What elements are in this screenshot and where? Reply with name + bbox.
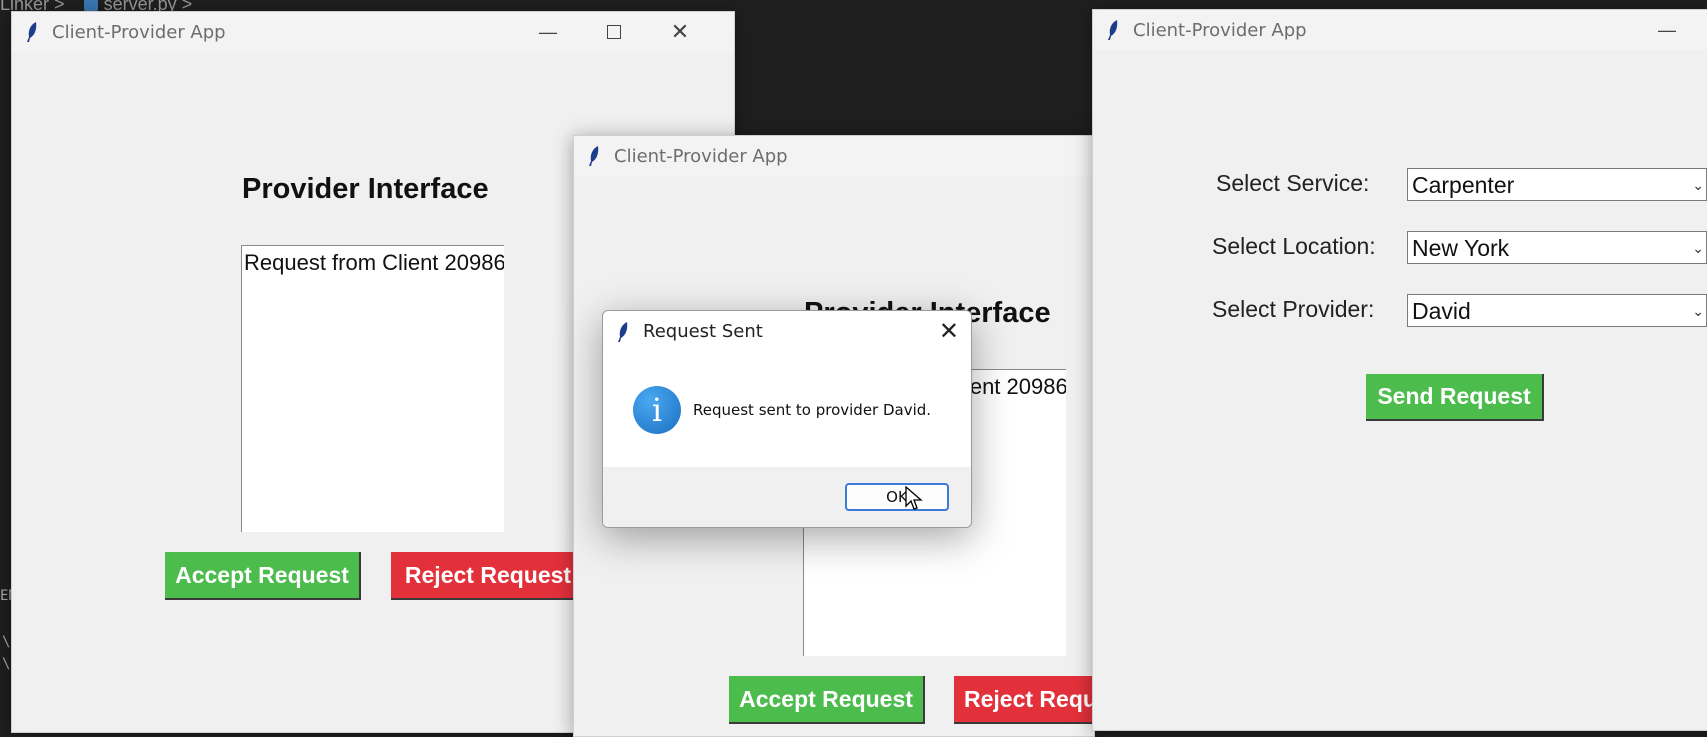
title-bar[interactable]: Client-Provider App —	[1093, 10, 1707, 50]
provider-value: David	[1412, 298, 1471, 324]
service-combobox[interactable]: Carpenter ⌄	[1407, 168, 1707, 201]
close-icon[interactable]: ✕	[939, 317, 959, 346]
ok-button[interactable]: OK	[845, 483, 949, 511]
chevron-down-icon[interactable]: ⌄	[1692, 240, 1704, 257]
mouse-cursor-icon	[905, 486, 923, 510]
window-title: Client-Provider App	[1133, 20, 1307, 41]
reject-request-button[interactable]: Reject Request	[954, 676, 1094, 724]
provider-combobox[interactable]: David ⌄	[1407, 294, 1707, 327]
location-combobox[interactable]: New York ⌄	[1407, 231, 1707, 264]
feather-icon	[1108, 20, 1118, 40]
chevron-down-icon[interactable]: ⌄	[1692, 303, 1704, 320]
provider-label: Select Provider:	[1212, 296, 1375, 322]
location-value: New York	[1412, 235, 1510, 261]
feather-icon	[27, 22, 37, 42]
minimize-icon[interactable]: —	[518, 12, 578, 52]
location-label: Select Location:	[1212, 233, 1376, 259]
terminal-text: \	[2, 634, 11, 650]
accept-request-button[interactable]: Accept Request	[165, 552, 361, 600]
feather-icon	[589, 146, 599, 166]
service-label: Select Service:	[1216, 170, 1370, 196]
close-icon[interactable]: ✕	[650, 12, 710, 52]
dialog-title: Request Sent	[643, 321, 763, 342]
dialog-message: Request sent to provider David.	[693, 401, 932, 419]
client-window: Client-Provider App — Select Service: Ca…	[1092, 9, 1707, 731]
feather-icon	[618, 322, 628, 342]
window-title: Client-Provider App	[52, 22, 226, 43]
terminal-text: \	[2, 656, 11, 672]
chevron-down-icon[interactable]: ⌄	[1692, 177, 1704, 194]
list-item[interactable]: Request from Client 20986	[244, 250, 504, 276]
minimize-icon[interactable]: —	[1637, 10, 1697, 50]
info-icon: i	[633, 386, 681, 434]
title-bar[interactable]: Client-Provider App	[574, 136, 1094, 176]
service-value: Carpenter	[1412, 172, 1515, 198]
request-listbox[interactable]: Request from Client 20986	[241, 245, 504, 532]
reject-request-button[interactable]: Reject Request	[391, 552, 587, 600]
window-title: Client-Provider App	[614, 146, 788, 167]
maximize-icon[interactable]	[584, 12, 644, 52]
title-bar[interactable]: Client-Provider App — ✕	[12, 12, 734, 52]
page-title: Provider Interface	[242, 173, 489, 205]
send-request-button[interactable]: Send Request	[1366, 374, 1544, 421]
accept-request-button[interactable]: Accept Request	[729, 676, 925, 724]
